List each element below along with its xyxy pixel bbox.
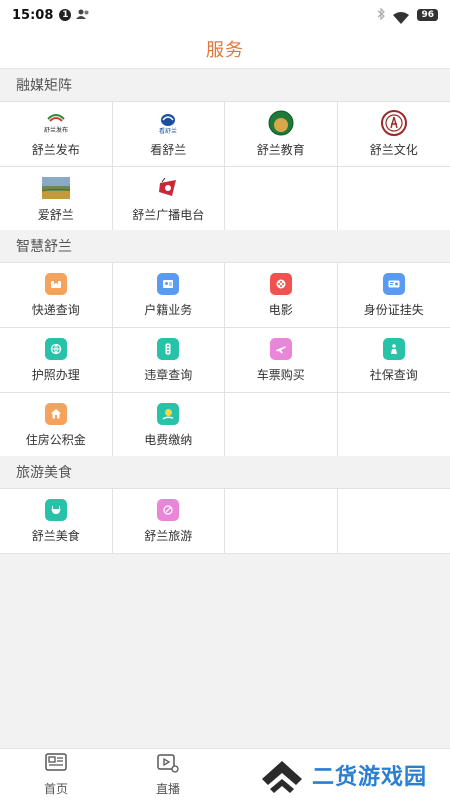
- service-passport[interactable]: 护照办理: [0, 328, 113, 393]
- food-icon: [44, 498, 67, 521]
- service-label: 身份证挂失: [363, 302, 424, 317]
- watermark: 二货游戏园: [250, 750, 450, 800]
- service-social-security[interactable]: 社保查询: [337, 328, 450, 393]
- service-label: 爱舒兰: [37, 207, 74, 222]
- service-kan-shulan[interactable]: 看舒兰 看舒兰: [112, 102, 225, 167]
- tab-live[interactable]: 直播: [112, 749, 224, 800]
- ticket-icon: [269, 337, 292, 360]
- status-bar: 15:08 1 96: [0, 0, 450, 30]
- travel-food-grid: 舒兰美食 舒兰旅游: [0, 488, 450, 554]
- wifi-icon: [393, 9, 410, 24]
- traffic-icon: [157, 337, 180, 360]
- tab-home[interactable]: 首页: [0, 749, 112, 800]
- service-ticket[interactable]: 车票购买: [225, 328, 338, 393]
- service-shulan-culture[interactable]: 舒兰文化: [337, 102, 450, 167]
- household-icon: [157, 272, 180, 295]
- social-security-icon: [382, 337, 405, 360]
- travel-icon: [157, 498, 180, 521]
- service-label: 电费缴纳: [144, 432, 193, 447]
- service-label: 社保查询: [369, 367, 418, 382]
- status-time: 15:08: [12, 7, 54, 23]
- battery-icon: 96: [417, 9, 438, 21]
- service-label: 电影: [268, 302, 293, 317]
- live-video-icon: [156, 752, 180, 778]
- service-label: 舒兰美食: [31, 528, 80, 543]
- shulan-education-logo: [267, 110, 295, 135]
- tab-label: 直播: [155, 782, 180, 796]
- service-label: 舒兰文化: [369, 142, 418, 157]
- service-radio-station[interactable]: 舒兰广播电台: [112, 167, 225, 232]
- service-electricity[interactable]: 电费缴纳: [112, 393, 225, 458]
- service-travel[interactable]: 舒兰旅游: [112, 489, 225, 554]
- empty-cell: [225, 489, 338, 554]
- empty-cell: [337, 167, 450, 232]
- service-label: 看舒兰: [150, 142, 187, 157]
- radio-station-logo: [154, 176, 182, 200]
- service-ai-shulan[interactable]: 爱舒兰: [0, 167, 113, 232]
- landscape-photo-icon: [41, 176, 70, 200]
- service-movie[interactable]: 电影: [225, 263, 338, 328]
- service-label: 车票购买: [256, 367, 305, 382]
- bluetooth-icon: [377, 7, 386, 23]
- service-label: 护照办理: [31, 367, 80, 382]
- electricity-icon: [157, 402, 180, 425]
- smart-grid: 快递查询 户籍业务 电影 身份证挂失 护照办理 违章查询 车票购买 社保查询 住…: [0, 262, 450, 458]
- express-icon: [44, 272, 67, 295]
- service-label: 户籍业务: [144, 302, 193, 317]
- passport-icon: [44, 337, 67, 360]
- service-label: 违章查询: [144, 367, 193, 382]
- section-title-smart: 智慧舒兰: [0, 230, 450, 262]
- service-id-card[interactable]: 身份证挂失: [337, 263, 450, 328]
- housing-fund-icon: [44, 402, 67, 425]
- service-label: 舒兰发布: [31, 142, 80, 157]
- service-label: 舒兰旅游: [144, 528, 193, 543]
- empty-cell: [337, 489, 450, 554]
- service-household[interactable]: 户籍业务: [112, 263, 225, 328]
- service-label: 快递查询: [31, 302, 80, 317]
- service-express[interactable]: 快递查询: [0, 263, 113, 328]
- movie-icon: [269, 272, 292, 295]
- kan-shulan-logo: 看舒兰: [154, 111, 182, 135]
- section-title-media: 融媒矩阵: [0, 69, 450, 101]
- svg-text:看舒兰: 看舒兰: [159, 127, 177, 135]
- empty-cell: [337, 393, 450, 458]
- watermark-logo-icon: [250, 753, 306, 797]
- service-label: 住房公积金: [25, 432, 86, 447]
- watermark-text: 二货游戏园: [312, 765, 428, 790]
- notification-badge: 1: [59, 9, 72, 21]
- page-title: 服务: [206, 40, 244, 61]
- section-title-travel-food: 旅游美食: [0, 456, 450, 488]
- id-card-icon: [382, 272, 405, 295]
- service-shulan-education[interactable]: 舒兰教育: [225, 102, 338, 167]
- news-icon: [44, 752, 68, 778]
- service-housing-fund[interactable]: 住房公积金: [0, 393, 113, 458]
- empty-cell: [225, 167, 338, 232]
- svg-text:舒兰发布: 舒兰发布: [44, 126, 68, 134]
- service-food[interactable]: 舒兰美食: [0, 489, 113, 554]
- service-traffic[interactable]: 违章查询: [112, 328, 225, 393]
- service-shulan-release[interactable]: 舒兰发布 舒兰发布: [0, 102, 113, 167]
- people-icon: [76, 9, 90, 22]
- media-grid: 舒兰发布 舒兰发布 看舒兰 看舒兰 舒兰教育 舒兰文化 爱舒兰 舒兰广播电台: [0, 101, 450, 232]
- tab-label: 首页: [43, 782, 68, 796]
- header: 服务: [0, 30, 450, 69]
- service-label: 舒兰广播电台: [132, 207, 205, 222]
- empty-cell: [225, 393, 338, 458]
- shulan-culture-logo: [380, 109, 408, 136]
- shulan-release-logo: 舒兰发布: [42, 111, 70, 135]
- service-label: 舒兰教育: [256, 142, 305, 157]
